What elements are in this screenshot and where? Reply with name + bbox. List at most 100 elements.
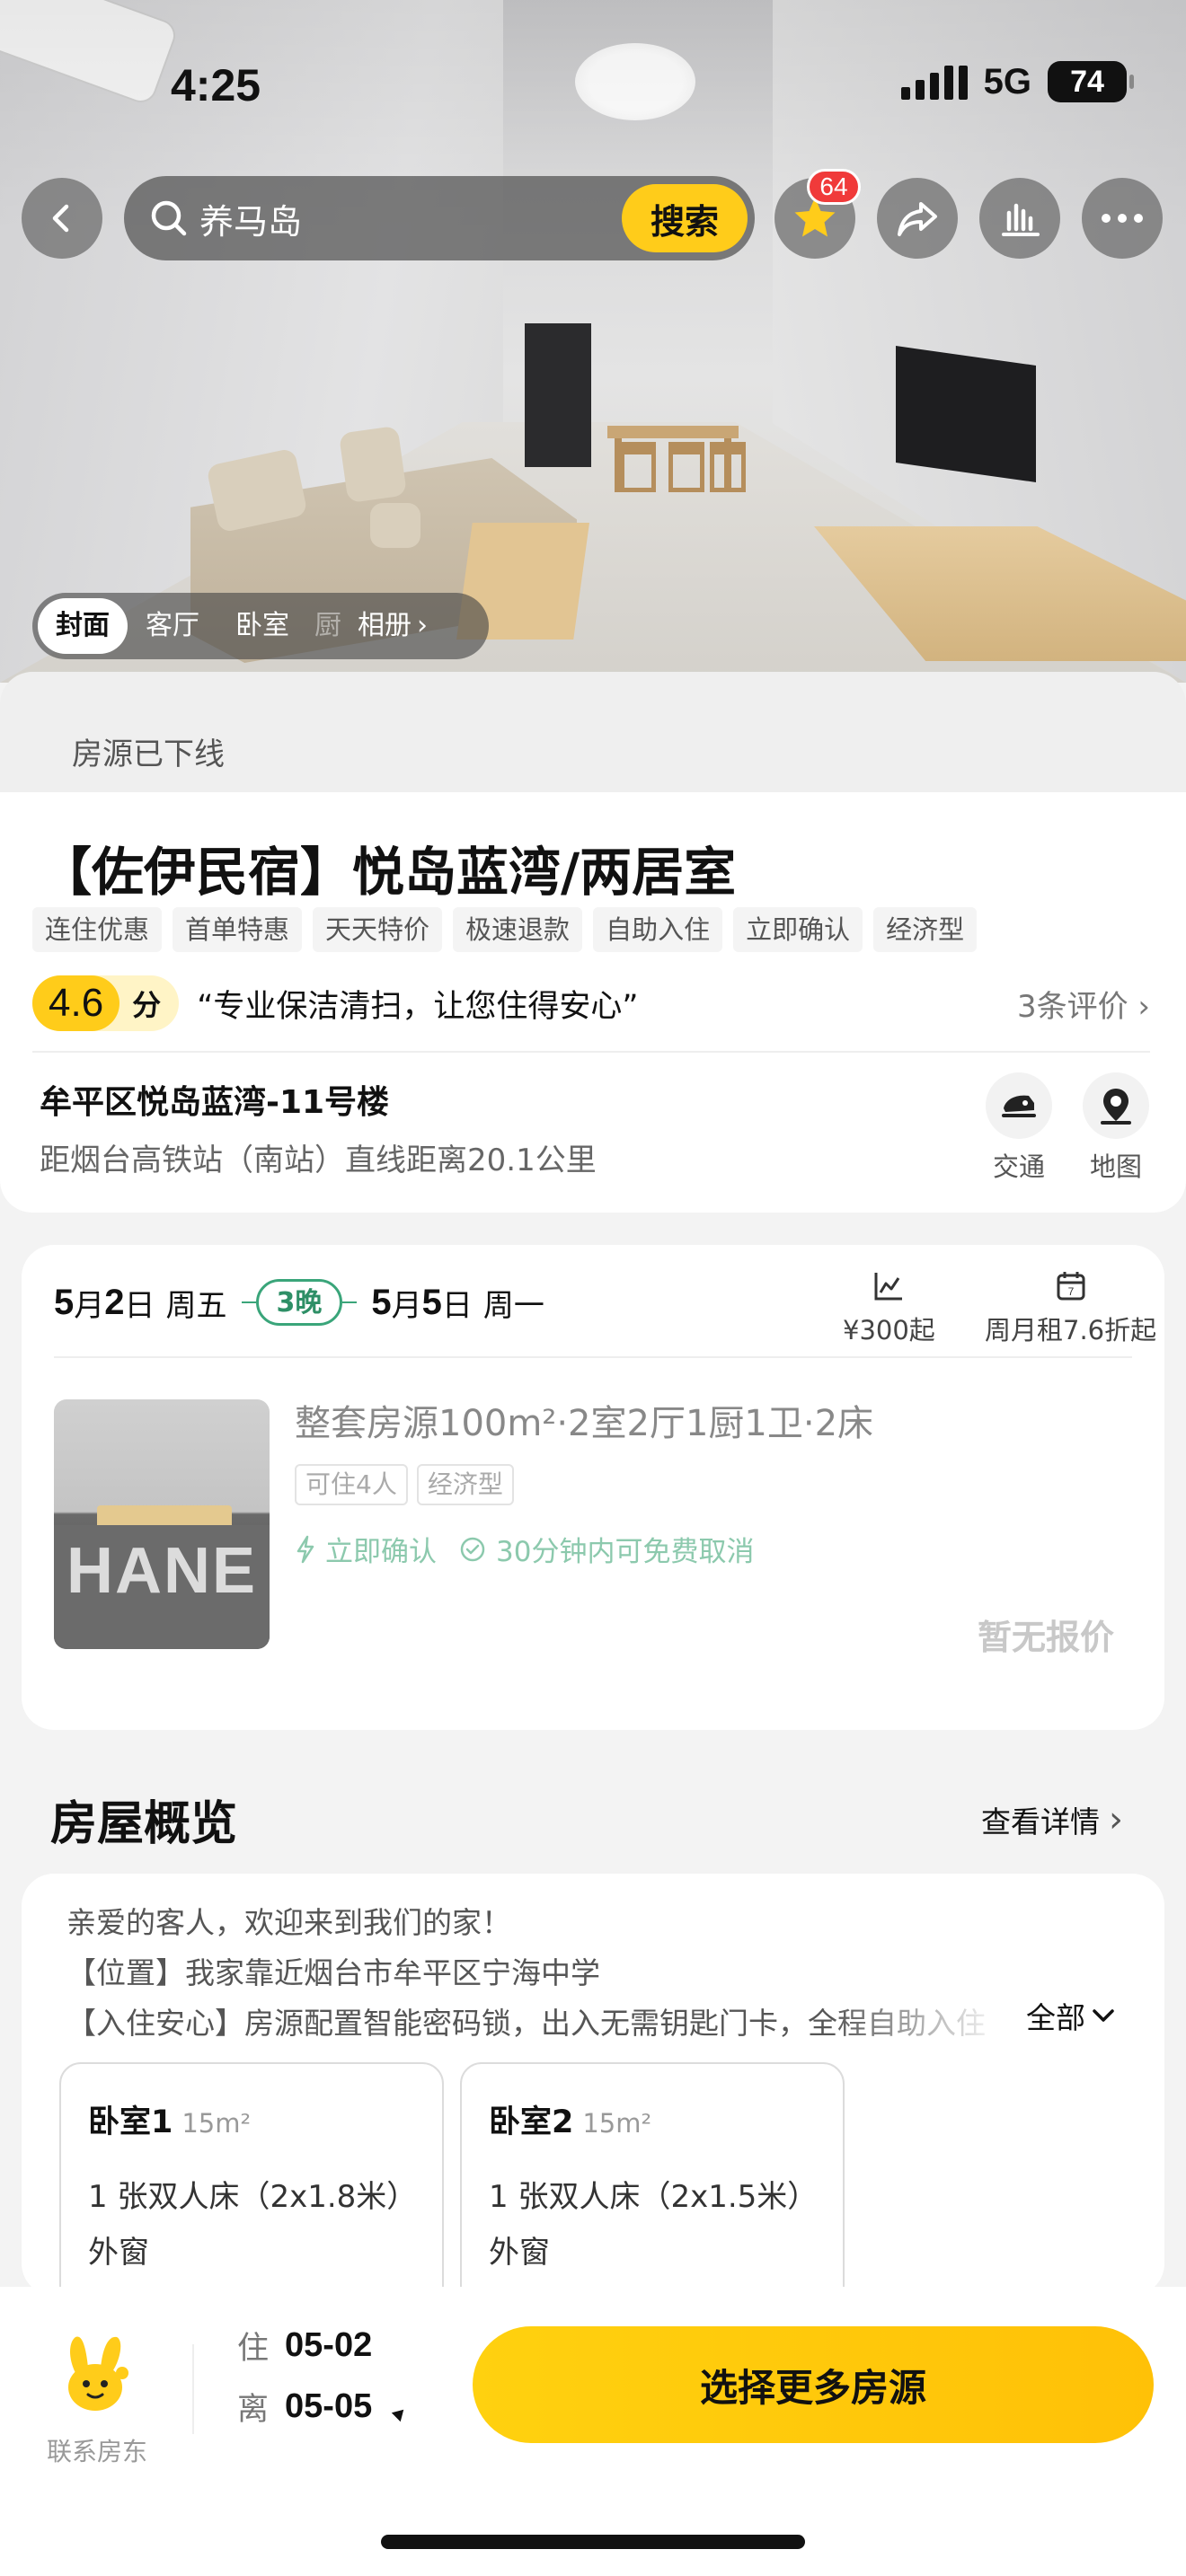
photo-tab-kitchen[interactable]: 厨 [307,598,349,654]
checkout-month: 5 [371,1282,392,1322]
checkin-month-unit: 月 [74,1287,105,1324]
rating-unit: 分 [132,988,162,1022]
status-indicators: 5G 74 [900,61,1134,102]
bedroom-name: 卧室1 [88,2104,173,2140]
calendar-icon: 7 [1057,1272,1085,1301]
expand-all-label: 全部 [1026,2000,1085,2035]
window-info: 外窗 [88,2235,149,2271]
map-button[interactable]: 地图 [1071,1072,1161,1184]
search-button[interactable]: 搜索 [622,184,748,252]
listing-title: 【佐伊民宿】悦岛蓝湾/两居室 [40,842,737,903]
network-type: 5G [983,61,1031,101]
bed-info: 1 张双人床（2x1.5米） [489,2179,819,2215]
bedroom-name: 卧室2 [489,2104,574,2140]
chart-icon [1002,203,1040,236]
room-tags: 可住4人 经济型 [295,1464,514,1505]
view-details-link[interactable]: 查看详情 › [981,1798,1123,1841]
album-button[interactable]: 相册 › [349,598,440,654]
room-title: 整套房源100m²·2室2厅1厨1卫·2床 [295,1403,874,1444]
signal-icon [900,64,968,100]
overview-title: 房屋概览 [50,1797,238,1851]
offline-notice: 房源已下线 [0,672,1186,798]
listing-tags: 连住优惠 首单特惠 天天特价 极速退款 自助入住 立即确认 经济型 [32,907,978,952]
home-indicator[interactable] [381,2535,805,2549]
listing-info-card: 【佐伊民宿】悦岛蓝湾/两居室 连住优惠 首单特惠 天天特价 极速退款 自助入住 … [0,792,1186,1213]
date-selector[interactable]: 5 月 2 日 周五 3晚 5 月 5 日 周一 [54,1279,544,1326]
monthly-discount: 周月租7.6折起 [985,1315,1157,1345]
distance-text: 距烟台高铁站（南站）直线距离20.1公里 [40,1142,597,1178]
share-icon [898,202,937,236]
rating-row[interactable]: 4.6 分 “专业保洁清扫，让您住得安心” 3条评价 › [32,972,1150,1035]
checkin-day-unit: 日 [124,1287,155,1324]
svg-text:7: 7 [1067,1285,1074,1298]
view-details-label: 查看详情 [981,1804,1100,1839]
bedroom-area: 15m² [582,2108,652,2139]
checkin-label: 住 [237,2331,270,2367]
price-from: ¥300起 [843,1315,935,1345]
checkout-date-row[interactable]: 离 05-05 [237,2384,409,2430]
mascot-icon [68,2336,128,2411]
more-icon [1102,214,1143,223]
chevron-down-icon [1093,2009,1114,2022]
checkout-day: 5 [421,1282,442,1322]
search-input[interactable]: 养马岛 [199,194,622,243]
nights-count: 3晚 [255,1279,343,1326]
checkin-date-row[interactable]: 住 05-02 [237,2323,372,2369]
expand-all-button[interactable]: 全部 [1026,1994,1116,2037]
contact-host-label: 联系房东 [47,2437,148,2466]
share-button[interactable] [877,178,958,259]
bed-info: 1 张双人床（2x1.8米） [88,2179,418,2215]
chevron-right-icon: › [1109,1799,1123,1840]
price-calendar-button[interactable]: ¥300起 [843,1266,935,1347]
train-icon [1002,1095,1036,1117]
bedroom-area: 15m² [181,2108,252,2139]
contact-host-button[interactable]: 联系房东 [47,2332,148,2468]
checkin-month: 5 [54,1282,75,1322]
tag: 经济型 [873,907,978,952]
front-door [525,323,591,467]
overview-line: 【位置】我家靠近烟台市牟平区宁海中学 [66,1955,600,1990]
back-button[interactable] [22,178,102,259]
monthly-rent-button[interactable]: 7 周月租7.6折起 [985,1266,1156,1347]
room-photo[interactable]: HANE [54,1399,270,1649]
chevron-right-icon: › [417,610,428,641]
dining-table [607,426,739,438]
caret-icon [392,2404,409,2422]
map-label: 地图 [1089,1151,1142,1182]
nights-badge: 3晚 [241,1279,358,1326]
more-button[interactable] [1082,178,1163,259]
checkout-month-unit: 月 [391,1287,422,1324]
map-pin-icon [1101,1089,1131,1125]
overview-line: 亲爱的客人，欢迎来到我们的家！ [66,1905,511,1940]
checkin-day: 2 [104,1282,125,1322]
bottom-action-bar: 联系房东 住 05-02 离 05-05 选择更多房源 [0,2287,1186,2576]
tag: 首单特惠 [173,907,303,952]
bedding-logo: HANE [66,1535,257,1607]
no-price-label: 暂无报价 [977,1618,1114,1657]
photo-category-tabs: 封面 客厅 卧室 厨 相册 › [32,593,489,659]
tag: 自助入住 [593,907,723,952]
search-bar[interactable]: 养马岛 搜索 [124,176,755,260]
photo-tab-bedroom[interactable]: 卧室 [217,598,307,654]
photo-tab-cover[interactable]: 封面 [38,598,128,654]
transport-button[interactable]: 交通 [974,1072,1064,1184]
offline-text: 房源已下线 [72,737,225,772]
transport-label: 交通 [992,1151,1045,1182]
window-info: 外窗 [489,2235,550,2271]
television [896,346,1036,482]
instant-confirm: 立即确认 [325,1536,437,1568]
overview-card: 亲爱的客人，欢迎来到我们的家！ 【位置】我家靠近烟台市牟平区宁海中学 【入住安心… [22,1874,1164,2296]
price-trend-button[interactable] [979,178,1060,259]
booking-card: 5 月 2 日 周五 3晚 5 月 5 日 周一 ¥300起 7 周月租7.6折… [22,1245,1164,1730]
bedroom-card[interactable]: 卧室2 15m² 1 张双人床（2x1.5米） 外窗 [460,2062,845,2296]
divider [32,1051,1150,1053]
review-quote: “专业保洁清扫，让您住得安心” [197,988,639,1025]
back-icon [52,204,69,233]
photo-tab-living-room[interactable]: 客厅 [128,598,217,654]
select-more-rooms-button[interactable]: 选择更多房源 [473,2326,1154,2443]
tag: 天天特价 [313,907,443,952]
bedroom-card[interactable]: 卧室1 15m² 1 张双人床（2x1.8米） 外窗 [59,2062,444,2296]
lightning-icon [296,1535,314,1563]
address: 牟平区悦岛蓝湾-11号楼 [40,1084,390,1121]
review-count-link[interactable]: 3条评价 › [1017,982,1150,1026]
